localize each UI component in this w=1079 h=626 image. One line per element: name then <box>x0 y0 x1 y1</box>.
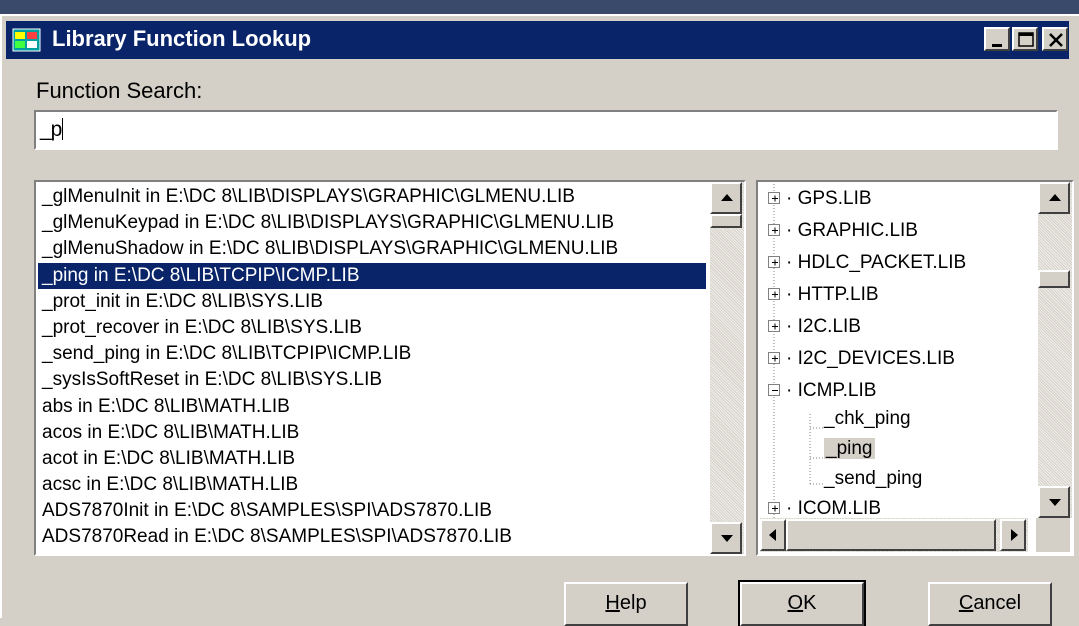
tree-horizontal-thumb[interactable] <box>786 519 996 551</box>
close-button[interactable] <box>1042 27 1068 51</box>
result-list-item[interactable]: abs in E:\DC 8\LIB\MATH.LIB <box>38 394 706 420</box>
tree-horizontal-scrollbar[interactable] <box>760 518 1028 552</box>
result-list-item[interactable]: acot in E:\DC 8\LIB\MATH.LIB <box>38 446 706 472</box>
arrow-right-icon <box>1011 529 1018 541</box>
function-results-list[interactable]: _glMenuInit in E:\DC 8\LIB\DISPLAYS\GRAP… <box>34 180 746 556</box>
expand-icon[interactable] <box>768 352 780 364</box>
tree-child-label: _ping <box>824 438 875 459</box>
tree-node-label: · ICMP.LIB <box>786 380 877 401</box>
function-search-label: Function Search: <box>36 78 203 103</box>
minimize-button[interactable] <box>984 27 1010 51</box>
cancel-button[interactable]: Cancel <box>928 582 1052 626</box>
tree-scroll-down-button[interactable] <box>1038 486 1070 518</box>
result-list-item[interactable]: _glMenuShadow in E:\DC 8\LIB\DISPLAYS\GR… <box>38 236 706 262</box>
tree-node-label: · GRAPHIC.LIB <box>786 220 918 241</box>
tree-vertical-scrollbar[interactable] <box>1038 182 1072 518</box>
expand-icon[interactable] <box>768 224 780 236</box>
results-items: _glMenuInit in E:\DC 8\LIB\DISPLAYS\GRAP… <box>38 184 706 552</box>
expand-icon[interactable] <box>768 288 780 300</box>
tree-scroll-thumb[interactable] <box>1038 270 1070 288</box>
arrow-down-icon <box>721 535 733 542</box>
result-list-item[interactable]: acsc in E:\DC 8\LIB\MATH.LIB <box>38 472 706 498</box>
maximize-icon <box>1018 32 1034 47</box>
ok-button-mnemonic: O <box>787 592 804 614</box>
tree-child-node[interactable]: _send_ping <box>824 464 922 494</box>
tree-node-label: · I2C_DEVICES.LIB <box>786 348 955 369</box>
result-list-item[interactable]: _prot_init in E:\DC 8\LIB\SYS.LIB <box>38 289 706 315</box>
expand-icon[interactable] <box>768 502 780 514</box>
tree-node-label: · I2C.LIB <box>786 316 861 337</box>
arrow-left-icon <box>769 529 776 541</box>
text-caret <box>62 118 64 140</box>
tree-scroll-right-button[interactable] <box>1000 519 1026 551</box>
close-icon <box>1049 33 1063 47</box>
result-list-item[interactable]: _send_ping in E:\DC 8\LIB\TCPIP\ICMP.LIB <box>38 341 706 367</box>
cancel-button-label: ancel <box>973 592 1022 614</box>
results-scroll-down-button[interactable] <box>710 522 742 554</box>
search-input-value: _p <box>40 118 62 141</box>
tree-node-label: · ICOM.LIB <box>786 498 882 518</box>
result-list-item[interactable]: _ping in E:\DC 8\LIB\TCPIP\ICMP.LIB <box>38 262 706 289</box>
result-list-item[interactable]: _prot_recover in E:\DC 8\LIB\SYS.LIB <box>38 315 706 341</box>
ok-button[interactable]: OK <box>738 580 866 626</box>
tree-child-label: _chk_ping <box>824 408 911 429</box>
result-list-item[interactable]: _glMenuKeypad in E:\DC 8\LIB\DISPLAYS\GR… <box>38 210 706 236</box>
scrollbar-corner <box>1036 518 1070 552</box>
tree-child-node[interactable]: _ping <box>824 434 875 464</box>
dialog-window: Library Function Lookup Function Search:… <box>0 14 1079 626</box>
tree-child-node[interactable]: _chk_ping <box>824 404 911 434</box>
result-list-item[interactable]: _glMenuInit in E:\DC 8\LIB\DISPLAYS\GRAP… <box>38 184 706 210</box>
expand-icon[interactable] <box>768 256 780 268</box>
collapse-icon[interactable] <box>768 384 780 396</box>
app-icon <box>12 25 42 55</box>
tree-scroll-left-button[interactable] <box>760 519 786 551</box>
result-list-item[interactable]: ADS7870Read in E:\DC 8\SAMPLES\SPI\ADS78… <box>38 524 706 550</box>
arrow-up-icon <box>721 194 733 201</box>
tree-scroll-up-button[interactable] <box>1038 182 1070 214</box>
result-list-item[interactable]: ADS7870Init in E:\DC 8\SAMPLES\SPI\ADS78… <box>38 498 706 524</box>
results-vertical-scrollbar[interactable] <box>710 182 744 554</box>
arrow-down-icon <box>1049 499 1061 506</box>
tree-node-label: · GPS.LIB <box>786 188 872 209</box>
tree-items: · GPS.LIB · GRAPHIC.LIB · HDLC_PACKET.LIB ·… <box>760 184 1030 518</box>
ok-button-label: K <box>803 592 817 614</box>
function-search-input[interactable]: _p <box>34 110 1058 150</box>
window-title: Library Function Lookup <box>52 26 312 51</box>
expand-icon[interactable] <box>768 320 780 332</box>
arrow-up-icon <box>1049 194 1061 201</box>
title-bar[interactable]: Library Function Lookup <box>6 21 1069 59</box>
tree-child-label: _send_ping <box>824 468 923 489</box>
results-scroll-up-button[interactable] <box>710 182 742 214</box>
tree-node-label: · HDLC_PACKET.LIB <box>786 252 967 273</box>
help-button-label: elp <box>619 592 647 614</box>
expand-icon[interactable] <box>768 192 780 204</box>
maximize-button[interactable] <box>1012 27 1038 51</box>
help-button[interactable]: Help <box>564 582 688 626</box>
result-list-item[interactable]: _sysIsSoftReset in E:\DC 8\LIB\SYS.LIB <box>38 367 706 393</box>
help-button-mnemonic: H <box>605 592 620 614</box>
tree-node-label: · HTTP.LIB <box>786 284 879 305</box>
cancel-button-mnemonic: C <box>958 592 974 614</box>
library-tree-view[interactable]: · GPS.LIB · GRAPHIC.LIB · HDLC_PACKET.LIB ·… <box>756 180 1074 556</box>
results-scroll-thumb[interactable] <box>710 214 742 228</box>
minimize-icon <box>992 44 1002 47</box>
result-list-item[interactable]: acos in E:\DC 8\LIB\MATH.LIB <box>38 420 706 446</box>
